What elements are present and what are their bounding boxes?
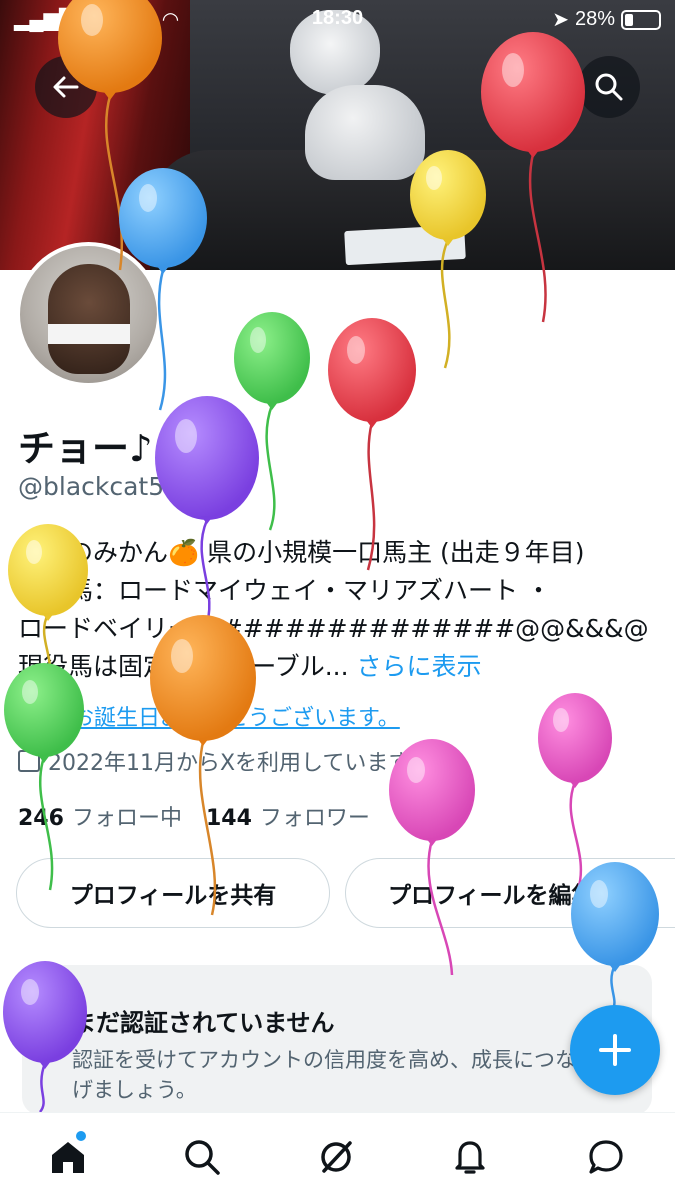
location-icon: ➤ xyxy=(552,9,569,31)
avatar-horse-band xyxy=(48,324,130,344)
tab-notifications[interactable] xyxy=(446,1133,494,1181)
plus-icon xyxy=(599,1034,631,1066)
bio-line: 現役馬は固定・ :::ノーブル... xyxy=(18,652,349,681)
avatar-horse-plush xyxy=(48,264,130,374)
bell-icon xyxy=(455,1141,485,1174)
search-icon xyxy=(595,73,623,101)
battery-status: ➤ 28% xyxy=(552,7,661,32)
header-banner[interactable] xyxy=(0,0,675,270)
status-bar: ▂▄▆█ Y!mobile ◠ 18:30 ➤ 28% xyxy=(0,0,675,36)
verification-body: 認証を受けてアカウントの信用度を高め、成長につなげましょう。 xyxy=(72,1048,576,1102)
tab-search[interactable] xyxy=(178,1133,226,1181)
battery-icon xyxy=(621,9,661,30)
search-icon xyxy=(185,1140,220,1175)
followers-count: 144 xyxy=(205,806,252,831)
verification-card[interactable]: まだ認証されていません 認証を受けてアカウントの信用度を高め、成長につなげましょ… xyxy=(22,965,652,1115)
bio: 愛媛のみかん🍊 県の小規模一口馬主 (出走９年目) 引退馬：ロードマイウェイ・マ… xyxy=(18,534,658,686)
follow-stats: 246 フォロー中 144 フォロワー xyxy=(18,800,370,832)
show-more-link[interactable]: さらに表示 xyxy=(357,652,482,681)
banner-plush-body xyxy=(305,85,425,180)
notification-dot xyxy=(76,1131,86,1141)
followers-label: フォロワー xyxy=(259,806,370,831)
bio-line: ロードベイリー ###############@@&&&@ xyxy=(18,614,649,643)
bio-line: 愛媛のみかん🍊 県の小規模一口馬主 (出走９年目) xyxy=(18,538,585,567)
following-link[interactable]: 246 フォロー中 xyxy=(18,800,182,832)
battery-percent: 28% xyxy=(574,8,615,30)
calendar-icon xyxy=(18,750,40,772)
grok-icon xyxy=(321,1141,352,1173)
bio-line-last: 現役馬は固定・ :::ノーブル... さらに表示 xyxy=(18,648,658,686)
following-count: 246 xyxy=(18,806,64,831)
tab-grok[interactable] xyxy=(312,1133,360,1181)
bio-line: 引退馬：ロードマイウェイ・マリアズハート ・ xyxy=(18,576,551,605)
following-label: フォロー中 xyxy=(71,806,182,831)
avatar[interactable] xyxy=(16,242,161,387)
home-icon xyxy=(52,1142,84,1173)
edit-profile-button[interactable]: プロフィールを編集 xyxy=(345,858,675,928)
followers-link[interactable]: 144 フォロワー xyxy=(206,800,370,832)
search-button[interactable] xyxy=(578,56,640,118)
display-name: チョー♪ xyxy=(18,427,153,470)
user-handle: @blackcat5 xyxy=(18,472,165,501)
balloon-green xyxy=(234,312,310,531)
chevron-right-icon: › xyxy=(418,748,428,774)
message-icon xyxy=(589,1140,623,1174)
verification-title: まだ認証されていません xyxy=(72,1009,335,1037)
join-date: 2022年11月からXを利用しています › xyxy=(18,745,427,777)
share-profile-button[interactable]: プロフィールを共有 xyxy=(16,858,330,928)
banner-sticker xyxy=(344,224,466,266)
tab-messages[interactable] xyxy=(582,1133,630,1181)
bottom-tab-bar xyxy=(0,1112,675,1200)
join-date-text: 2022年11月からXを利用しています xyxy=(48,751,411,776)
back-arrow-icon xyxy=(53,76,79,98)
compose-button[interactable] xyxy=(570,1005,660,1095)
birthday-link[interactable]: お誕生日おめでとうございます。 xyxy=(72,700,400,732)
balloon-red xyxy=(328,318,416,571)
back-button[interactable] xyxy=(35,56,97,118)
tab-home[interactable] xyxy=(44,1133,92,1181)
